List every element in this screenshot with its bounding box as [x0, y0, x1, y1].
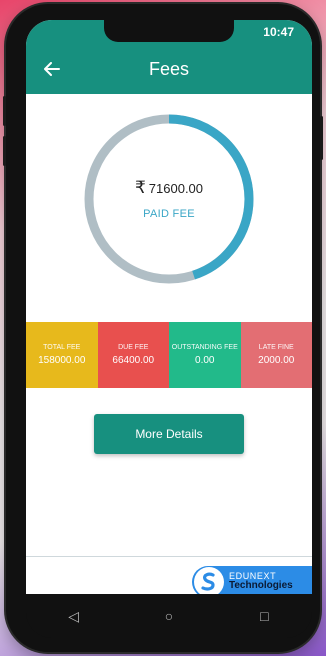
power-button [320, 116, 323, 160]
tile-total-fee[interactable]: TOTAL FEE 158000.00 [26, 322, 98, 388]
nav-back-icon[interactable]: ◁ [54, 608, 94, 625]
tile-value: 2000.00 [258, 355, 295, 366]
camera-notch [104, 20, 234, 42]
tile-label: LATE FINE [258, 344, 294, 351]
tile-value: 66400.00 [112, 355, 155, 366]
brand-badge: EDUNEXT Technologies [192, 566, 312, 594]
volume-up-button [3, 96, 6, 126]
paid-amount-value: 71600.00 [148, 180, 204, 196]
actions: More Details [26, 414, 312, 454]
brand-text: EDUNEXT Technologies [229, 571, 293, 592]
tile-value: 158000.00 [38, 355, 86, 366]
paid-amount: ₹ 71600.00 [135, 178, 203, 198]
app-screen: 10:47 Fees ₹ 71600.00 PAID FEE TOTAL FEE… [26, 20, 312, 594]
paid-fee-summary: ₹ 71600.00 PAID FEE [26, 94, 312, 322]
nav-recents-icon[interactable]: □ [244, 608, 284, 624]
divider [26, 556, 312, 557]
tile-label: TOTAL FEE [43, 344, 81, 351]
tile-value: 0.00 [195, 355, 215, 366]
edunext-logo-icon [194, 567, 224, 594]
nav-home-icon[interactable]: ○ [149, 608, 189, 624]
more-details-button[interactable]: More Details [94, 414, 244, 454]
volume-down-button [3, 136, 6, 166]
fee-tiles: TOTAL FEE 158000.00 DUE FEE 66400.00 OUT… [26, 322, 312, 388]
rupee-icon: ₹ [134, 178, 146, 197]
back-button[interactable] [40, 57, 64, 81]
paid-fee-label: PAID FEE [143, 208, 195, 220]
brand-tagline: Technologies [229, 580, 293, 592]
app-bar: Fees [26, 44, 312, 94]
tile-label: OUTSTANDING FEE [171, 344, 238, 351]
tile-late-fine[interactable]: LATE FINE 2000.00 [240, 322, 312, 388]
system-nav-bar: ◁ ○ □ [26, 594, 312, 638]
tile-label: DUE FEE [118, 344, 149, 351]
tile-outstanding-fee[interactable]: OUTSTANDING FEE 0.00 [169, 322, 241, 388]
page-title: Fees [148, 58, 190, 79]
arrow-left-icon [44, 62, 60, 76]
ring-center-text: ₹ 71600.00 PAID FEE [78, 108, 260, 290]
tile-due-fee[interactable]: DUE FEE 66400.00 [97, 322, 169, 388]
phone-frame: 10:47 Fees ₹ 71600.00 PAID FEE TOTAL FEE… [3, 4, 323, 652]
status-time: 10:47 [263, 25, 294, 39]
